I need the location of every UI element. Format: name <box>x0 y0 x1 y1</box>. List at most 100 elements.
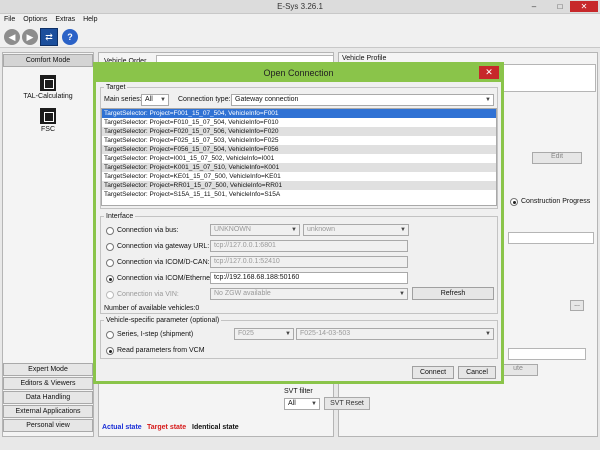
fsc-icon[interactable] <box>40 108 56 124</box>
connect-icon[interactable]: ⇄ <box>40 28 58 46</box>
dcan-label: Connection via ICOM/D-CAN: <box>117 259 210 266</box>
chevron-down-icon: ▼ <box>400 227 406 233</box>
editors-viewers-button[interactable]: Editors & Viewers <box>3 377 93 390</box>
menu-help[interactable]: Help <box>83 14 97 26</box>
target-row[interactable]: TargetSelector: Project=F010_15_07_504, … <box>102 118 496 127</box>
gateway-radio[interactable] <box>106 243 114 251</box>
compute-button[interactable]: ute <box>498 364 538 376</box>
series-radio[interactable] <box>106 331 114 339</box>
vehicle-profile-label: Vehicle Profile <box>342 55 387 62</box>
legend-actual-state: Actual state <box>102 424 142 431</box>
menu-file[interactable]: File <box>4 14 15 26</box>
bus-dropdown[interactable]: UNKNOWN ▼ <box>210 224 300 236</box>
target-row[interactable]: TargetSelector: Project=F020_15_07_506, … <box>102 127 496 136</box>
bus-type-value: unknown <box>307 226 336 233</box>
available-vehicles-label: Number of available vehicles:0 <box>104 305 200 312</box>
chevron-down-icon: ▼ <box>285 331 291 337</box>
toolbar: ◀ ▶ ⇄ ? <box>0 26 600 48</box>
dialog-title: Open Connection <box>263 68 334 78</box>
left-panel: Comfort Mode TAL-Calculating FSC Expert … <box>2 52 94 437</box>
bus-type-dropdown[interactable]: unknown ▼ <box>303 224 409 236</box>
chevron-down-icon: ▼ <box>160 97 166 103</box>
chevron-down-icon: ▼ <box>311 401 317 407</box>
help-icon[interactable]: ? <box>62 29 78 45</box>
background-field-1 <box>508 232 594 244</box>
bus-radio[interactable] <box>106 227 114 235</box>
ethernet-label: Connection via ICOM/Ethernet: <box>117 275 214 282</box>
maximize-button[interactable]: □ <box>552 1 568 12</box>
forward-icon[interactable]: ▶ <box>22 29 38 45</box>
istep-dropdown[interactable]: F025-14-03-503 ▼ <box>296 328 494 340</box>
menu-options[interactable]: Options <box>23 14 47 26</box>
edit-button[interactable]: Edit <box>532 152 582 164</box>
series-value: F025 <box>238 330 254 337</box>
vin-value: No ZGW available <box>214 290 271 297</box>
close-button[interactable]: ✕ <box>570 1 598 12</box>
vin-dropdown[interactable]: No ZGW available ▼ <box>210 288 408 300</box>
main-series-value: All <box>145 96 153 103</box>
connection-type-label: Connection type: <box>178 96 231 103</box>
connect-button[interactable]: Connect <box>412 366 454 379</box>
minimize-button[interactable]: – <box>526 1 542 12</box>
ethernet-field[interactable]: tcp://192.168.68.188:50160 <box>210 272 408 284</box>
series-dropdown[interactable]: F025 ▼ <box>234 328 294 340</box>
external-applications-button[interactable]: External Applications <box>3 405 93 418</box>
ethernet-radio[interactable] <box>106 275 114 283</box>
dialog-title-bar: Open Connection ✕ <box>96 65 501 82</box>
open-connection-dialog: Open Connection ✕ Target Main series: Al… <box>93 62 504 384</box>
dialog-close-button[interactable]: ✕ <box>479 66 499 79</box>
menu-bar: File Options Extras Help <box>0 14 600 26</box>
read-vcm-radio[interactable] <box>106 347 114 355</box>
read-vcm-label: Read parameters from VCM <box>117 347 205 354</box>
target-row[interactable]: TargetSelector: Project=F025_15_07_503, … <box>102 136 496 145</box>
svt-filter-dropdown[interactable]: All ▼ <box>284 398 320 410</box>
dcan-field[interactable]: tcp://127.0.0.1:52410 <box>210 256 408 268</box>
dcan-radio[interactable] <box>106 259 114 267</box>
data-handling-button[interactable]: Data Handling <box>3 391 93 404</box>
bus-label: Connection via bus: <box>117 227 179 234</box>
main-series-label: Main series: <box>104 96 142 103</box>
connection-type-dropdown[interactable]: Gateway connection ▼ <box>231 94 494 106</box>
fsc-label[interactable]: FSC <box>3 126 93 133</box>
gateway-label: Connection via gateway URL: <box>117 243 210 250</box>
series-label: Series, I-step (shipment) <box>117 331 194 338</box>
target-legend: Target <box>106 84 126 91</box>
target-row[interactable]: TargetSelector: Project=F056_15_07_504, … <box>102 145 496 154</box>
target-row[interactable]: TargetSelector: Project=K001_15_07_510, … <box>102 163 496 172</box>
background-field-2 <box>508 348 586 360</box>
personal-view-button[interactable]: Personal view <box>3 419 93 432</box>
window-title: E-Sys 3.26.1 <box>277 2 323 11</box>
vehicle-param-legend: Vehicle-specific parameter (optional) <box>106 317 220 324</box>
vin-radio[interactable] <box>106 291 114 299</box>
chevron-down-icon: ▼ <box>485 331 491 337</box>
vin-label: Connection via VIN: <box>117 291 179 298</box>
target-row[interactable]: TargetSelector: Project=S15A_15_11_501, … <box>102 190 496 199</box>
svt-reset-button[interactable]: SVT Reset <box>324 397 370 410</box>
ellipsis-button[interactable]: ... <box>570 300 584 311</box>
refresh-button[interactable]: Refresh <box>412 287 494 300</box>
legend-identical-state: Identical state <box>192 424 239 431</box>
main-series-dropdown[interactable]: All ▼ <box>141 94 169 106</box>
target-row[interactable]: TargetSelector: Project=KE01_15_07_500, … <box>102 172 496 181</box>
tal-calculating-icon[interactable] <box>40 75 56 91</box>
target-row[interactable]: TargetSelector: Project=F001_15_07_504, … <box>102 109 496 118</box>
construction-progress-radio[interactable] <box>510 198 518 206</box>
chevron-down-icon: ▼ <box>399 291 405 297</box>
tal-calculating-label[interactable]: TAL-Calculating <box>3 93 93 100</box>
interface-legend: Interface <box>106 213 134 220</box>
construction-progress-label: Construction Progress <box>521 198 591 205</box>
target-row[interactable]: TargetSelector: Project=RR01_15_07_500, … <box>102 181 496 190</box>
target-row[interactable]: TargetSelector: Project=I001_15_07_502, … <box>102 154 496 163</box>
bus-value: UNKNOWN <box>214 226 251 233</box>
chevron-down-icon: ▼ <box>291 227 297 233</box>
comfort-mode-header[interactable]: Comfort Mode <box>3 54 93 67</box>
target-list[interactable]: TargetSelector: Project=F001_15_07_504, … <box>101 108 497 206</box>
menu-extras[interactable]: Extras <box>55 14 75 26</box>
chevron-down-icon: ▼ <box>485 97 491 103</box>
gateway-url-field[interactable]: tcp://127.0.0.1:6801 <box>210 240 408 252</box>
back-icon[interactable]: ◀ <box>4 29 20 45</box>
expert-mode-button[interactable]: Expert Mode <box>3 363 93 376</box>
cancel-button[interactable]: Cancel <box>458 366 496 379</box>
svt-filter-value: All <box>288 400 296 407</box>
svt-filter-label: SVT filter <box>284 388 313 395</box>
